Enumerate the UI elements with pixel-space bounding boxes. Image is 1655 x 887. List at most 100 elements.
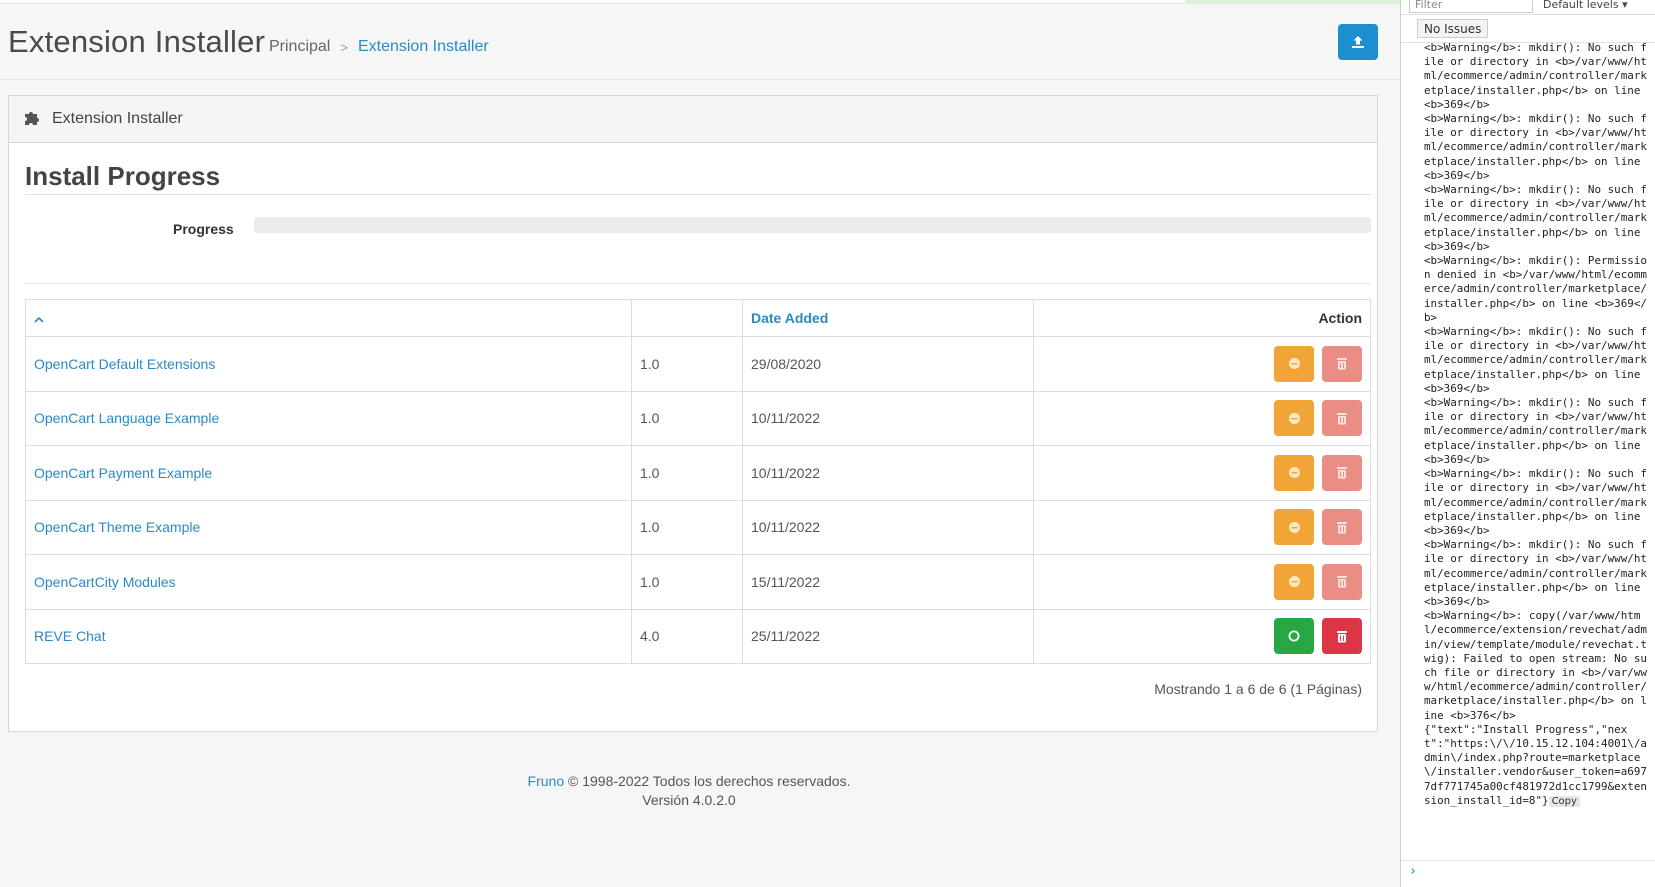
breadcrumb-current[interactable]: Extension Installer: [358, 38, 489, 56]
pagination-info: Mostrando 1 a 6 de 6 (1 Páginas): [1154, 681, 1362, 697]
table-row: OpenCart Theme Example 1.0 10/11/2022: [25, 499, 1371, 555]
minus-circle-icon: [1288, 576, 1300, 588]
footer: Fruno © 1998-2022 Todos los derechos res…: [0, 772, 1378, 810]
date-column-header[interactable]: Date Added: [742, 299, 1034, 337]
trash-icon: [1337, 521, 1347, 534]
copyright-text: © 1998-2022 Todos los derechos reservado…: [568, 773, 851, 789]
divider: [25, 194, 1371, 195]
table-row: OpenCart Default Extensions 1.0 29/08/20…: [25, 336, 1371, 392]
date-cell: 15/11/2022: [742, 554, 1034, 610]
minus-circle-icon: [1288, 358, 1300, 370]
trash-icon: [1337, 630, 1347, 643]
trash-icon: [1337, 412, 1347, 425]
extension-installer-card: Extension Installer Install Progress Pro…: [8, 95, 1378, 732]
version-cell: 1.0: [631, 336, 743, 392]
extension-name-link[interactable]: OpenCartCity Modules: [34, 574, 176, 590]
breadcrumb-home[interactable]: Principal: [269, 38, 330, 56]
console-filter-input[interactable]: Filter: [1409, 0, 1533, 13]
console-log-output: <b>Warning</b>: mkdir(): No such file or…: [1424, 41, 1652, 809]
refresh-icon: [1288, 630, 1300, 642]
delete-button[interactable]: [1322, 618, 1362, 655]
extension-name-link[interactable]: REVE Chat: [34, 628, 106, 644]
sort-by-name-link[interactable]: [34, 310, 44, 326]
console-prompt-icon[interactable]: ›: [1409, 864, 1417, 879]
admin-app: Extension Installer Principal > Extensio…: [0, 0, 1400, 887]
section-title: Install Progress: [25, 161, 221, 191]
version-cell: 1.0: [631, 445, 743, 501]
extension-name-link[interactable]: OpenCart Language Example: [34, 410, 219, 426]
reinstall-button[interactable]: [1274, 618, 1315, 655]
card-header-title: Extension Installer: [52, 110, 183, 127]
page-header: Extension Installer Principal > Extensio…: [0, 4, 1400, 80]
extension-name-cell: OpenCartCity Modules: [25, 554, 632, 610]
delete-button[interactable]: [1322, 563, 1362, 600]
minus-circle-icon: [1288, 467, 1300, 479]
table-row: OpenCart Language Example 1.0 10/11/2022: [25, 390, 1371, 446]
log-levels-dropdown[interactable]: Default levels ▾: [1543, 0, 1628, 11]
name-column-header[interactable]: [25, 299, 632, 337]
puzzle-icon: [24, 110, 42, 128]
progress-label: Progress: [173, 221, 234, 237]
extension-name-link[interactable]: OpenCart Payment Example: [34, 465, 212, 481]
upload-button[interactable]: [1338, 24, 1378, 60]
extension-name-cell: OpenCart Default Extensions: [25, 336, 632, 392]
table-row: REVE Chat 4.0 25/11/2022: [25, 608, 1371, 664]
delete-button[interactable]: [1322, 400, 1362, 437]
table-row: OpenCartCity Modules 1.0 15/11/2022: [25, 554, 1371, 610]
chevron-up-icon: [34, 316, 44, 323]
trash-icon: [1337, 358, 1347, 370]
table-header-row: Date Added Action: [25, 299, 1371, 337]
brand-link[interactable]: Fruno: [528, 773, 565, 789]
uninstall-button[interactable]: [1274, 345, 1315, 382]
extension-name-cell: REVE Chat: [25, 608, 632, 664]
trash-icon: [1337, 467, 1347, 479]
table-row: OpenCart Payment Example 1.0 10/11/2022: [25, 445, 1371, 501]
extension-name-link[interactable]: OpenCart Default Extensions: [34, 356, 215, 372]
upload-icon: [1352, 36, 1364, 48]
version-cell: 1.0: [631, 390, 743, 446]
uninstall-button[interactable]: [1274, 563, 1315, 600]
console-log-text: <b>Warning</b>: mkdir(): No such file or…: [1424, 41, 1647, 807]
uninstall-button[interactable]: [1274, 400, 1315, 437]
version-text: Versión 4.0.2.0: [642, 792, 736, 808]
extension-name-cell: OpenCart Payment Example: [25, 445, 632, 501]
action-cell: [1033, 608, 1371, 664]
divider: [1401, 860, 1655, 861]
divider: [25, 283, 1371, 284]
minus-circle-icon: [1288, 521, 1300, 533]
version-column-header: [631, 299, 743, 337]
delete-button[interactable]: [1322, 509, 1362, 546]
delete-button[interactable]: [1322, 454, 1362, 491]
progress-bar: [254, 217, 1371, 233]
extensions-table: Date Added Action OpenCart Default Exten…: [25, 299, 1371, 664]
devtools-console: Filter Default levels ▾ No Issues <b>War…: [1400, 0, 1655, 887]
action-cell: [1033, 499, 1371, 555]
version-cell: 1.0: [631, 554, 743, 610]
sort-by-date-link[interactable]: Date Added: [751, 310, 828, 326]
extension-name-cell: OpenCart Language Example: [25, 390, 632, 446]
version-cell: 1.0: [631, 499, 743, 555]
uninstall-button[interactable]: [1274, 509, 1315, 546]
action-column-header: Action: [1033, 299, 1371, 337]
date-cell: 10/11/2022: [742, 445, 1034, 501]
issues-button[interactable]: No Issues: [1417, 19, 1489, 38]
action-cell: [1033, 336, 1371, 392]
page-title: Extension Installer: [8, 24, 266, 59]
extension-name-cell: OpenCart Theme Example: [25, 499, 632, 555]
console-toolbar: Filter Default levels ▾: [1401, 0, 1655, 15]
version-cell: 4.0: [631, 608, 743, 664]
date-cell: 29/08/2020: [742, 336, 1034, 392]
minus-circle-icon: [1288, 412, 1300, 424]
action-cell: [1033, 554, 1371, 610]
date-cell: 10/11/2022: [742, 499, 1034, 555]
date-cell: 25/11/2022: [742, 608, 1034, 664]
card-header: Extension Installer: [9, 96, 1377, 143]
uninstall-button[interactable]: [1274, 454, 1315, 491]
trash-icon: [1337, 576, 1347, 588]
extension-name-link[interactable]: OpenCart Theme Example: [34, 519, 200, 535]
copy-button[interactable]: Copy: [1548, 795, 1580, 807]
delete-button[interactable]: [1322, 345, 1362, 382]
footer-copyright-line: Fruno © 1998-2022 Todos los derechos res…: [0, 772, 1378, 791]
action-cell: [1033, 445, 1371, 501]
date-cell: 10/11/2022: [742, 390, 1034, 446]
